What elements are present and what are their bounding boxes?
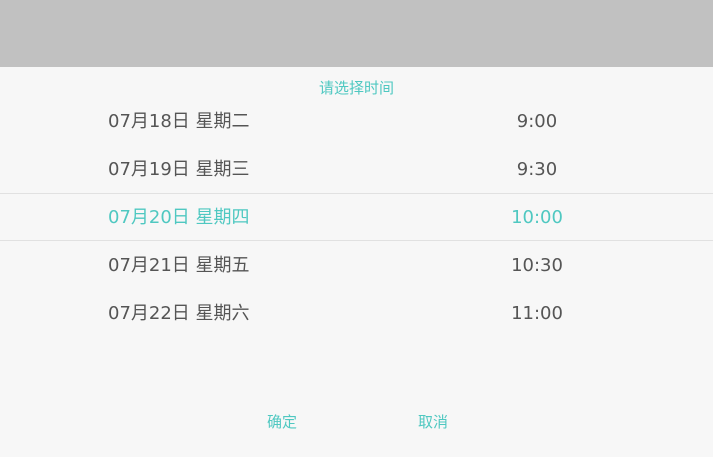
time-picker-sheet: 请选择时间 07月18日 星期二 07月19日 星期三 07月20日 星期四 0…: [0, 67, 713, 457]
date-wheel[interactable]: 07月18日 星期二 07月19日 星期三 07月20日 星期四 07月21日 …: [108, 98, 308, 338]
time-option[interactable]: 9:00: [480, 98, 594, 146]
selection-indicator: [0, 193, 713, 241]
time-option-selected[interactable]: 10:00: [480, 194, 594, 242]
date-option[interactable]: 07月21日 星期五: [108, 242, 308, 290]
date-option[interactable]: 07月19日 星期三: [108, 146, 308, 194]
time-option[interactable]: 10:30: [480, 242, 594, 290]
date-option[interactable]: 07月18日 星期二: [108, 98, 308, 146]
picker-title: 请选择时间: [318, 79, 394, 97]
modal-backdrop[interactable]: [0, 0, 713, 67]
time-option[interactable]: 11:00: [480, 290, 594, 338]
time-wheel[interactable]: 9:00 9:30 10:00 10:30 11:00: [480, 98, 594, 338]
time-option[interactable]: 9:30: [480, 146, 594, 194]
date-option[interactable]: 07月22日 星期六: [108, 290, 308, 338]
date-time-picker[interactable]: 07月18日 星期二 07月19日 星期三 07月20日 星期四 07月21日 …: [0, 98, 713, 338]
cancel-button[interactable]: 取消: [393, 407, 473, 437]
date-option-selected[interactable]: 07月20日 星期四: [108, 194, 308, 242]
picker-actions: 确定 取消: [0, 407, 713, 437]
confirm-button[interactable]: 确定: [242, 407, 322, 437]
